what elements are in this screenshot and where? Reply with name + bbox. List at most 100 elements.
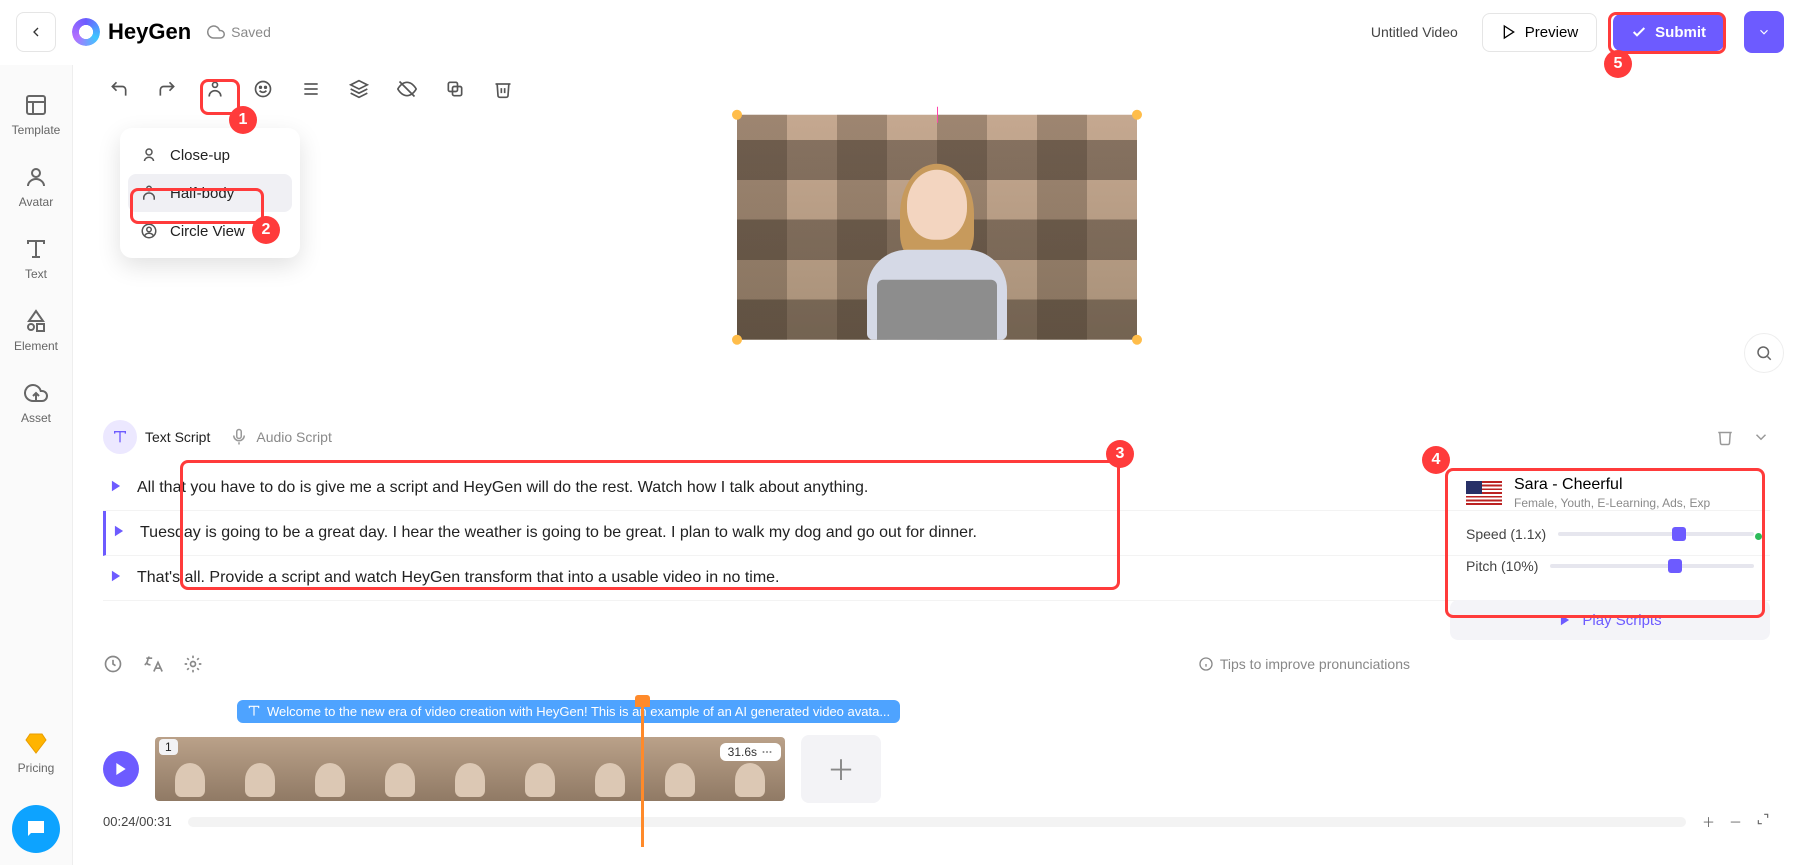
undo-button[interactable] bbox=[103, 73, 135, 105]
zoom-in-button[interactable]: ＋ bbox=[1702, 812, 1715, 831]
resize-handle[interactable] bbox=[1132, 335, 1142, 345]
translate-button[interactable] bbox=[143, 654, 163, 674]
play-icon bbox=[109, 479, 123, 493]
script-collapse-button[interactable] bbox=[1752, 428, 1770, 446]
text-icon bbox=[24, 237, 48, 261]
script-delete-button[interactable] bbox=[1716, 428, 1734, 446]
magnify-icon bbox=[1755, 344, 1773, 362]
subtitle-text: Welcome to the new era of video creation… bbox=[267, 704, 890, 719]
chevron-left-icon bbox=[28, 24, 44, 40]
play-scripts-button[interactable]: Play Scripts bbox=[1450, 600, 1770, 640]
time-display: 00:24/00:31 bbox=[103, 814, 172, 829]
flag-us-icon bbox=[1466, 481, 1502, 505]
brand-logo: HeyGen bbox=[72, 18, 191, 46]
layers-button[interactable] bbox=[343, 73, 375, 105]
play-outline-icon bbox=[1501, 24, 1517, 40]
video-title[interactable]: Untitled Video bbox=[1371, 24, 1458, 40]
fit-icon bbox=[1756, 812, 1770, 826]
avatar-view-button[interactable] bbox=[199, 73, 231, 105]
play-line-button[interactable] bbox=[112, 521, 126, 543]
resize-handle[interactable] bbox=[732, 110, 742, 120]
resize-handle[interactable] bbox=[1132, 110, 1142, 120]
person-icon bbox=[205, 79, 225, 99]
chevron-down-icon bbox=[1757, 25, 1771, 39]
avatar-icon bbox=[24, 165, 48, 189]
subtitle-chip[interactable]: Welcome to the new era of video creation… bbox=[237, 700, 900, 723]
check-icon bbox=[1631, 24, 1647, 40]
save-state: Saved bbox=[207, 23, 271, 41]
intercom-button[interactable] bbox=[12, 805, 60, 853]
slider-thumb[interactable] bbox=[1672, 527, 1686, 541]
callout-badge-3: 3 bbox=[1106, 440, 1134, 468]
trash-icon bbox=[493, 79, 513, 99]
more-icon bbox=[761, 746, 773, 758]
tab-text-script[interactable]: Text Script bbox=[103, 420, 210, 454]
back-button[interactable] bbox=[16, 12, 56, 52]
tab-label: Text Script bbox=[145, 429, 210, 445]
submit-label: Submit bbox=[1655, 24, 1706, 41]
clip-strip[interactable] bbox=[153, 735, 787, 803]
sidebar-item-avatar[interactable]: Avatar bbox=[19, 165, 53, 209]
sidebar-item-text[interactable]: Text bbox=[24, 237, 48, 281]
copy-button[interactable] bbox=[439, 73, 471, 105]
avatar-frame[interactable] bbox=[737, 115, 1137, 340]
submit-menu-button[interactable] bbox=[1744, 11, 1784, 53]
shapes-icon bbox=[24, 309, 48, 333]
add-clip-button[interactable]: ＋ bbox=[801, 735, 881, 803]
voice-name: Sara - Cheerful bbox=[1514, 476, 1710, 494]
play-scripts-label: Play Scripts bbox=[1582, 612, 1661, 629]
view-option-halfbody[interactable]: Half-body bbox=[128, 174, 292, 212]
smile-icon bbox=[253, 79, 273, 99]
play-icon bbox=[113, 761, 129, 777]
resize-handle[interactable] bbox=[732, 335, 742, 345]
sidebar-item-label: Template bbox=[12, 123, 61, 137]
playhead[interactable] bbox=[641, 703, 644, 847]
sidebar-item-asset[interactable]: Asset bbox=[21, 381, 51, 425]
sidebar-item-label: Avatar bbox=[19, 195, 53, 209]
clock-icon bbox=[103, 654, 123, 674]
fit-button[interactable] bbox=[1756, 812, 1770, 831]
callout-badge-4: 4 bbox=[1422, 446, 1450, 474]
voice-settings-panel: Sara - Cheerful Female, Youth, E-Learnin… bbox=[1450, 462, 1770, 588]
zoom-button[interactable] bbox=[1744, 333, 1784, 373]
chat-icon bbox=[24, 817, 48, 841]
view-option-closeup[interactable]: Close-up bbox=[128, 136, 292, 174]
delete-button[interactable] bbox=[487, 73, 519, 105]
play-icon bbox=[1558, 613, 1572, 627]
sidebar-item-template[interactable]: Template bbox=[12, 93, 61, 137]
clip-duration[interactable]: 31.6s bbox=[720, 743, 781, 761]
speed-slider[interactable] bbox=[1558, 532, 1754, 536]
submit-button[interactable]: Submit bbox=[1613, 14, 1724, 51]
history-button[interactable] bbox=[103, 654, 123, 674]
align-button[interactable] bbox=[295, 73, 327, 105]
preview-button[interactable]: Preview bbox=[1482, 13, 1597, 52]
tips-button[interactable]: Tips to improve pronunciations bbox=[1198, 656, 1410, 672]
slider-thumb[interactable] bbox=[1668, 559, 1682, 573]
play-line-button[interactable] bbox=[109, 566, 123, 588]
redo-button[interactable] bbox=[151, 73, 183, 105]
face-button[interactable] bbox=[247, 73, 279, 105]
tips-label: Tips to improve pronunciations bbox=[1220, 656, 1410, 672]
mic-icon bbox=[230, 428, 248, 446]
sidebar-item-element[interactable]: Element bbox=[14, 309, 58, 353]
eye-off-icon bbox=[397, 79, 417, 99]
canvas-stage[interactable] bbox=[73, 113, 1800, 373]
zoom-out-button[interactable]: － bbox=[1729, 812, 1742, 831]
timeline-scrollbar[interactable] bbox=[188, 817, 1686, 827]
tab-audio-script[interactable]: Audio Script bbox=[230, 428, 331, 446]
align-icon bbox=[301, 79, 321, 99]
play-line-button[interactable] bbox=[109, 476, 123, 498]
avatar-person bbox=[857, 160, 1017, 340]
halfbody-icon bbox=[140, 184, 158, 202]
callout-badge-5: 5 bbox=[1604, 50, 1632, 78]
timeline-play-button[interactable] bbox=[103, 751, 139, 787]
ai-button[interactable] bbox=[183, 654, 203, 674]
pitch-slider[interactable] bbox=[1550, 564, 1754, 568]
brand-name: HeyGen bbox=[108, 19, 191, 45]
sidebar-item-pricing[interactable]: Pricing bbox=[18, 731, 55, 775]
sidebar-item-label: Text bbox=[25, 267, 47, 281]
text-chip-icon bbox=[247, 704, 261, 718]
translate-icon bbox=[143, 654, 163, 674]
cloud-icon bbox=[207, 23, 225, 41]
visibility-button[interactable] bbox=[391, 73, 423, 105]
